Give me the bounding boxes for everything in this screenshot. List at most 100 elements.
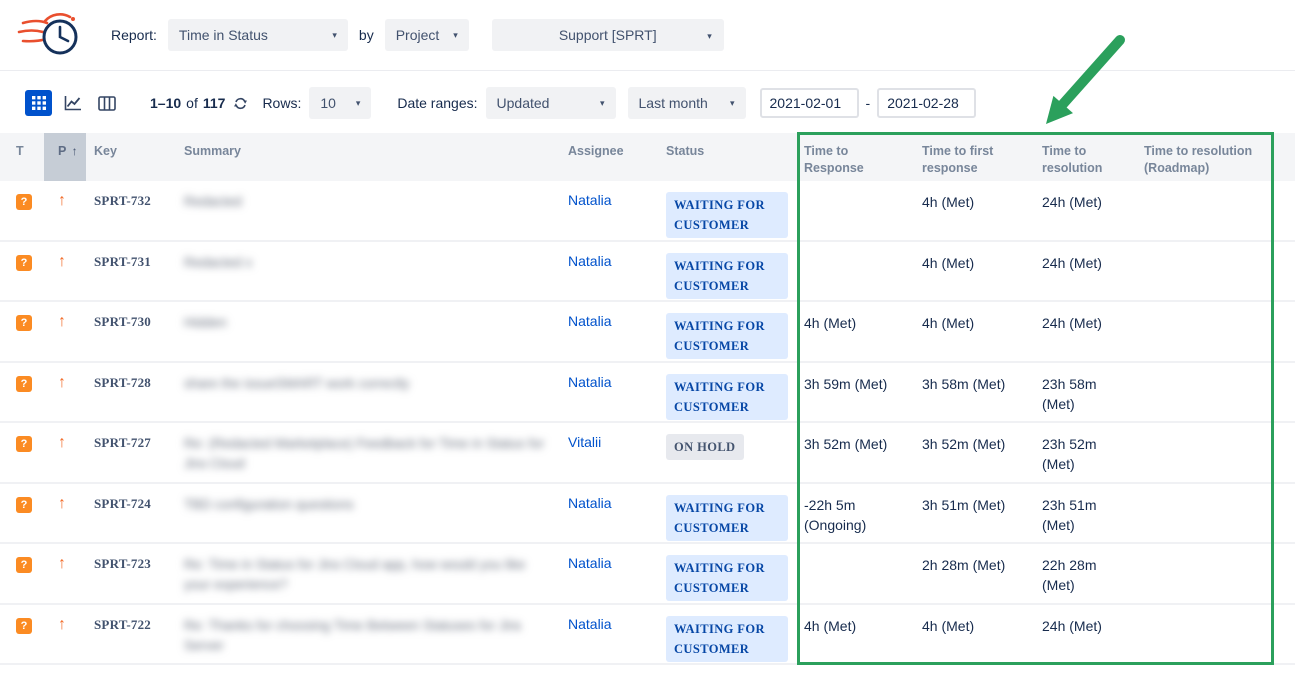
table-row[interactable]: ? ↑ SPRT-728 share the issueSMART work c… bbox=[0, 363, 1295, 424]
status-badge: WAITING FOR CUSTOMER bbox=[666, 616, 788, 662]
assignee-link[interactable]: Natalia bbox=[568, 192, 612, 208]
column-header-time-to-resolution-roadmap[interactable]: Time to resolution (Roadmap) bbox=[1136, 133, 1268, 181]
issue-summary-redacted: Redacted x bbox=[184, 253, 252, 273]
view-switcher bbox=[25, 90, 120, 116]
project-select[interactable]: Support [SPRT] ▾ bbox=[492, 19, 724, 51]
priority-up-icon: ↑ bbox=[58, 253, 66, 270]
toolbar: 1–10 of 117 Rows: 10 ▾ Date ranges: Upda… bbox=[0, 77, 1295, 129]
time-to-resolution-cell: 22h 28m (Met) bbox=[1034, 544, 1136, 603]
status-badge: WAITING FOR CUSTOMER bbox=[666, 192, 788, 238]
chevron-down-icon: ▾ bbox=[600, 99, 605, 108]
question-type-icon: ? bbox=[16, 497, 32, 513]
project-value: Support [SPRT] bbox=[559, 27, 657, 43]
column-header-summary[interactable]: Summary bbox=[176, 133, 560, 181]
line-chart-icon bbox=[64, 95, 82, 111]
status-badge: WAITING FOR CUSTOMER bbox=[666, 495, 788, 541]
issue-summary-redacted: Redacted bbox=[184, 192, 242, 212]
table-row[interactable]: ? ↑ SPRT-731 Redacted x Natalia WAITING … bbox=[0, 242, 1295, 303]
date-preset-select[interactable]: Last month ▾ bbox=[628, 87, 746, 119]
time-to-first-response-cell: 2h 28m (Met) bbox=[914, 544, 1034, 603]
question-type-icon: ? bbox=[16, 618, 32, 634]
assignee-link[interactable]: Natalia bbox=[568, 495, 612, 511]
time-to-first-response-cell: 4h (Met) bbox=[914, 181, 1034, 240]
rows-per-page-select[interactable]: 10 ▾ bbox=[309, 87, 371, 119]
table-row[interactable]: ? ↑ SPRT-723 Re: Time in Status for Jira… bbox=[0, 544, 1295, 605]
date-from-input[interactable] bbox=[760, 88, 859, 118]
status-badge: WAITING FOR CUSTOMER bbox=[666, 555, 788, 601]
assignee-link[interactable]: Natalia bbox=[568, 616, 612, 632]
table-row[interactable]: ? ↑ SPRT-722 Re: Thanks for choosing Tim… bbox=[0, 605, 1295, 666]
column-header-time-to-first-response[interactable]: Time to first response bbox=[914, 133, 1034, 181]
assignee-link[interactable]: Vitalii bbox=[568, 434, 601, 450]
app-logo bbox=[16, 8, 84, 62]
issue-key: SPRT-728 bbox=[94, 375, 151, 390]
question-type-icon: ? bbox=[16, 255, 32, 271]
assignee-link[interactable]: Natalia bbox=[568, 555, 612, 571]
assignee-link[interactable]: Natalia bbox=[568, 313, 612, 329]
time-to-resolution-roadmap-cell bbox=[1136, 181, 1268, 240]
board-view-button[interactable] bbox=[93, 90, 120, 116]
priority-up-icon: ↑ bbox=[58, 374, 66, 391]
column-header-time-to-response[interactable]: Time to Response bbox=[796, 133, 914, 181]
issue-summary-redacted: Re: (Redacted Marketplace) Feedback for … bbox=[184, 434, 550, 475]
status-badge: WAITING FOR CUSTOMER bbox=[666, 374, 788, 420]
assignee-link[interactable]: Natalia bbox=[568, 253, 612, 269]
scope-select[interactable]: Project ▾ bbox=[385, 19, 469, 51]
clock-logo-icon bbox=[16, 8, 84, 62]
time-to-response-cell bbox=[796, 181, 914, 240]
by-label: by bbox=[359, 27, 374, 43]
column-header-assignee[interactable]: Assignee bbox=[560, 133, 658, 181]
time-to-resolution-roadmap-cell bbox=[1136, 363, 1268, 422]
chevron-down-icon: ▾ bbox=[453, 31, 458, 40]
question-type-icon: ? bbox=[16, 436, 32, 452]
date-ranges-label: Date ranges: bbox=[397, 95, 477, 111]
chart-view-button[interactable] bbox=[59, 90, 86, 116]
time-to-resolution-roadmap-cell bbox=[1136, 242, 1268, 301]
chevron-down-icon: ▾ bbox=[707, 32, 712, 41]
question-type-icon: ? bbox=[16, 194, 32, 210]
time-to-resolution-roadmap-cell bbox=[1136, 605, 1268, 664]
table-row[interactable]: ? ↑ SPRT-727 Re: (Redacted Marketplace) … bbox=[0, 423, 1295, 484]
report-type-value: Time in Status bbox=[179, 27, 268, 43]
date-field-value: Updated bbox=[497, 95, 550, 111]
date-to-input[interactable] bbox=[877, 88, 976, 118]
column-header-status[interactable]: Status bbox=[658, 133, 796, 181]
priority-up-icon: ↑ bbox=[58, 555, 66, 572]
table-row[interactable]: ? ↑ SPRT-730 Hidden Natalia WAITING FOR … bbox=[0, 302, 1295, 363]
grid-view-button[interactable] bbox=[25, 90, 52, 116]
priority-up-icon: ↑ bbox=[58, 313, 66, 330]
refresh-button[interactable] bbox=[233, 96, 248, 111]
issue-key: SPRT-731 bbox=[94, 254, 151, 269]
assignee-link[interactable]: Natalia bbox=[568, 374, 612, 390]
table-row[interactable]: ? ↑ SPRT-732 Redacted Natalia WAITING FO… bbox=[0, 181, 1295, 242]
pagination-total: 117 bbox=[203, 95, 226, 111]
report-type-select[interactable]: Time in Status ▾ bbox=[168, 19, 348, 51]
issue-summary-redacted: Re: Time in Status for Jira Cloud app, h… bbox=[184, 555, 550, 596]
time-to-resolution-cell: 24h (Met) bbox=[1034, 242, 1136, 301]
pagination-range: 1–10 bbox=[150, 95, 181, 111]
time-to-response-cell bbox=[796, 242, 914, 301]
chevron-down-icon: ▾ bbox=[356, 99, 361, 108]
table-header-row: T P ↑ Key Summary Assignee Status Time t… bbox=[0, 133, 1295, 181]
issue-summary-redacted: Hidden bbox=[184, 313, 227, 333]
column-header-key[interactable]: Key bbox=[86, 133, 176, 181]
time-to-response-cell: 3h 59m (Met) bbox=[796, 363, 914, 422]
time-to-resolution-roadmap-cell bbox=[1136, 484, 1268, 543]
table-row[interactable]: ? ↑ SPRT-724 TBD configuration questions… bbox=[0, 484, 1295, 545]
time-to-resolution-cell: 24h (Met) bbox=[1034, 181, 1136, 240]
issue-key: SPRT-724 bbox=[94, 496, 151, 511]
time-to-response-cell: -22h 5m (Ongoing) bbox=[796, 484, 914, 543]
chevron-down-icon: ▾ bbox=[332, 31, 337, 40]
date-field-select[interactable]: Updated ▾ bbox=[486, 87, 616, 119]
issue-key: SPRT-730 bbox=[94, 314, 151, 329]
issue-summary-redacted: TBD configuration questions bbox=[184, 495, 354, 515]
question-type-icon: ? bbox=[16, 315, 32, 331]
time-to-first-response-cell: 4h (Met) bbox=[914, 242, 1034, 301]
question-type-icon: ? bbox=[16, 557, 32, 573]
time-in-status-report-app: Report: Time in Status ▾ by Project ▾ Su… bbox=[0, 0, 1295, 675]
column-header-type[interactable]: T bbox=[0, 133, 44, 181]
refresh-icon bbox=[233, 96, 248, 111]
column-header-time-to-resolution[interactable]: Time to resolution bbox=[1034, 133, 1136, 181]
issues-table: T P ↑ Key Summary Assignee Status Time t… bbox=[0, 133, 1295, 665]
column-header-priority-sorted[interactable]: P ↑ bbox=[44, 133, 86, 181]
